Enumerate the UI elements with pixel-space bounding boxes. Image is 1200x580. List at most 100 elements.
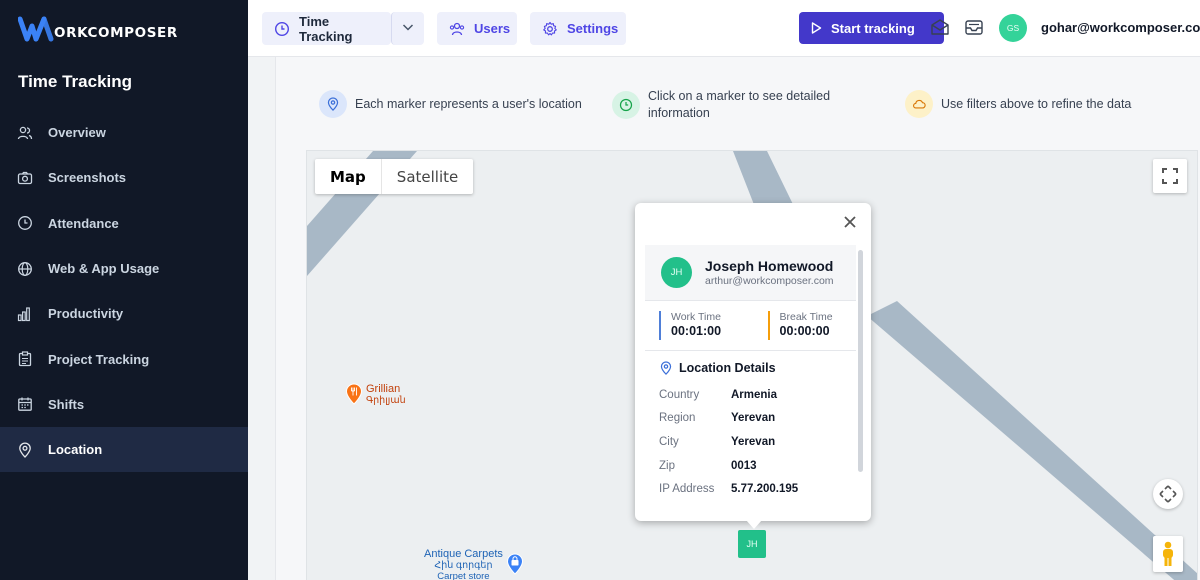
work-time: Work Time 00:01:00 xyxy=(659,311,748,340)
settings-label: Settings xyxy=(567,21,619,36)
fullscreen-button[interactable] xyxy=(1153,159,1187,193)
vertical-scrollbar[interactable] xyxy=(248,57,276,580)
users-icon xyxy=(449,21,465,37)
detail-row-ip-address: IP Address 5.77.200.195 xyxy=(645,477,856,501)
map-type-control: Map Satellite xyxy=(315,159,474,194)
detail-row-country: Country Armenia xyxy=(645,383,856,407)
user-email[interactable]: gohar@workcomposer.com xyxy=(1041,20,1200,35)
sidebar-item-label: Attendance xyxy=(48,215,119,231)
avatar: JH xyxy=(661,257,692,288)
user-location-marker[interactable]: JH xyxy=(738,530,766,558)
sidebar-item-web-app-usage[interactable]: Web & App Usage xyxy=(0,246,248,291)
sidebar-item-project-tracking[interactable]: Project Tracking xyxy=(0,336,248,381)
calendar-icon xyxy=(16,395,34,413)
detail-value: Armenia xyxy=(731,388,778,401)
hint-markers: Each marker represents a user's location xyxy=(319,90,582,118)
main-content: Each marker represents a user's location… xyxy=(248,57,1200,580)
poi-subname: Հին գորգեր xyxy=(434,560,493,571)
location-details-title: Location Details xyxy=(645,351,856,375)
detail-key: Country xyxy=(659,388,700,401)
map-type-map-button[interactable]: Map xyxy=(315,159,381,194)
logo-w-icon xyxy=(18,16,54,42)
globe-icon xyxy=(16,260,34,278)
detail-value: Yerevan xyxy=(731,412,776,425)
inbox-icon[interactable] xyxy=(963,16,985,38)
popup-times: Work Time 00:01:00 Break Time 00:00:00 xyxy=(645,301,856,351)
map-pin-icon xyxy=(319,90,347,118)
pan-control-button[interactable] xyxy=(1153,479,1183,509)
popup-user-email: arthur@workcomposer.com xyxy=(705,275,834,287)
detail-key: City xyxy=(659,435,679,448)
sidebar-nav: Overview Screenshots Attendance Web & Ap… xyxy=(0,110,248,473)
time-tracking-label: Time Tracking xyxy=(299,13,353,44)
users-label: Users xyxy=(474,21,511,36)
hint-text: Click on a marker to see detailed informa… xyxy=(648,88,830,122)
gear-icon xyxy=(542,21,558,37)
sidebar-section-title: Time Tracking xyxy=(18,72,133,91)
detail-key: IP Address xyxy=(659,483,715,496)
clock-icon xyxy=(274,21,290,37)
break-time: Break Time 00:00:00 xyxy=(767,311,857,340)
popup-pointer xyxy=(746,520,762,529)
hint-text: Use filters above to refine the data xyxy=(941,97,1132,111)
detail-row-zip: Zip 0013 xyxy=(645,454,856,478)
poi-category: Carpet store xyxy=(437,571,490,580)
location-details-list: Country Armenia Region Yerevan City Yerevan… xyxy=(645,383,856,501)
poi-name: Antique Carpets xyxy=(424,548,503,560)
shopping-bag-icon xyxy=(506,553,523,575)
sidebar-item-shifts[interactable]: Shifts xyxy=(0,382,248,427)
detail-key: Zip xyxy=(659,459,675,472)
sidebar-item-label: Project Tracking xyxy=(48,351,150,367)
restaurant-icon xyxy=(345,383,363,405)
logo[interactable]: ORKCOMPOSER xyxy=(18,14,178,44)
break-time-label: Break Time xyxy=(779,311,833,323)
start-tracking-label: Start tracking xyxy=(831,20,915,36)
sidebar-item-attendance[interactable]: Attendance xyxy=(0,201,248,246)
popup-scrollbar[interactable] xyxy=(858,250,863,472)
detail-value: 5.77.200.195 xyxy=(731,483,799,496)
location-details-label: Location Details xyxy=(679,361,776,375)
detail-row-city: City Yerevan xyxy=(645,430,856,454)
poi-grillian[interactable]: Grillian Գրիլյան xyxy=(345,383,406,406)
poi-antique-carpets[interactable]: Antique Carpets Հին գորգեր Carpet store xyxy=(424,549,524,580)
hint-click-marker: Click on a marker to see detailed informa… xyxy=(612,88,830,122)
logo-text: ORKCOMPOSER xyxy=(54,25,178,41)
poi-subname: Գրիլյան xyxy=(366,395,406,406)
start-tracking-button[interactable]: Start tracking xyxy=(799,12,944,44)
sidebar-item-overview[interactable]: Overview xyxy=(0,110,248,155)
clock-icon xyxy=(612,91,640,119)
work-time-label: Work Time xyxy=(671,311,721,323)
pegman-icon xyxy=(1163,541,1173,566)
detail-row-region: Region Yerevan xyxy=(645,407,856,431)
move-icon xyxy=(1159,485,1177,503)
user-info-popup: JH Joseph Homewood arthur@workcomposer.c… xyxy=(635,203,871,521)
users-button[interactable]: Users xyxy=(437,12,517,45)
close-icon[interactable] xyxy=(843,215,859,231)
sidebar-item-label: Productivity xyxy=(48,306,124,322)
time-tracking-dropdown-button[interactable] xyxy=(391,12,424,45)
sidebar-item-label: Screenshots xyxy=(48,170,127,186)
map[interactable]: Map Satellite Grillian Գրիլյան Antique C… xyxy=(306,150,1198,580)
clipboard-icon xyxy=(16,350,34,368)
sidebar-item-label: Overview xyxy=(48,125,106,141)
top-bar: Time Tracking Users Settings Start track… xyxy=(248,0,1200,57)
fullscreen-icon xyxy=(1162,168,1178,184)
street-view-button[interactable] xyxy=(1153,536,1183,572)
mail-icon[interactable] xyxy=(929,16,951,38)
poi-name: Grillian xyxy=(366,383,401,395)
sidebar-item-productivity[interactable]: Productivity xyxy=(0,291,248,336)
settings-button[interactable]: Settings xyxy=(530,12,626,45)
cloud-icon xyxy=(905,90,933,118)
break-time-value: 00:00:00 xyxy=(779,324,830,338)
bar-chart-icon xyxy=(16,305,34,323)
play-icon xyxy=(809,21,823,35)
map-type-satellite-button[interactable]: Satellite xyxy=(382,159,473,194)
detail-value: 0013 xyxy=(731,459,757,472)
sidebar-item-location[interactable]: Location xyxy=(0,427,248,473)
time-tracking-button[interactable]: Time Tracking xyxy=(262,12,391,45)
detail-key: Region xyxy=(659,412,696,425)
hint-filters: Use filters above to refine the data xyxy=(905,90,1131,118)
avatar[interactable]: GS xyxy=(999,14,1027,42)
sidebar-item-screenshots[interactable]: Screenshots xyxy=(0,155,248,200)
map-pin-icon xyxy=(16,441,34,459)
